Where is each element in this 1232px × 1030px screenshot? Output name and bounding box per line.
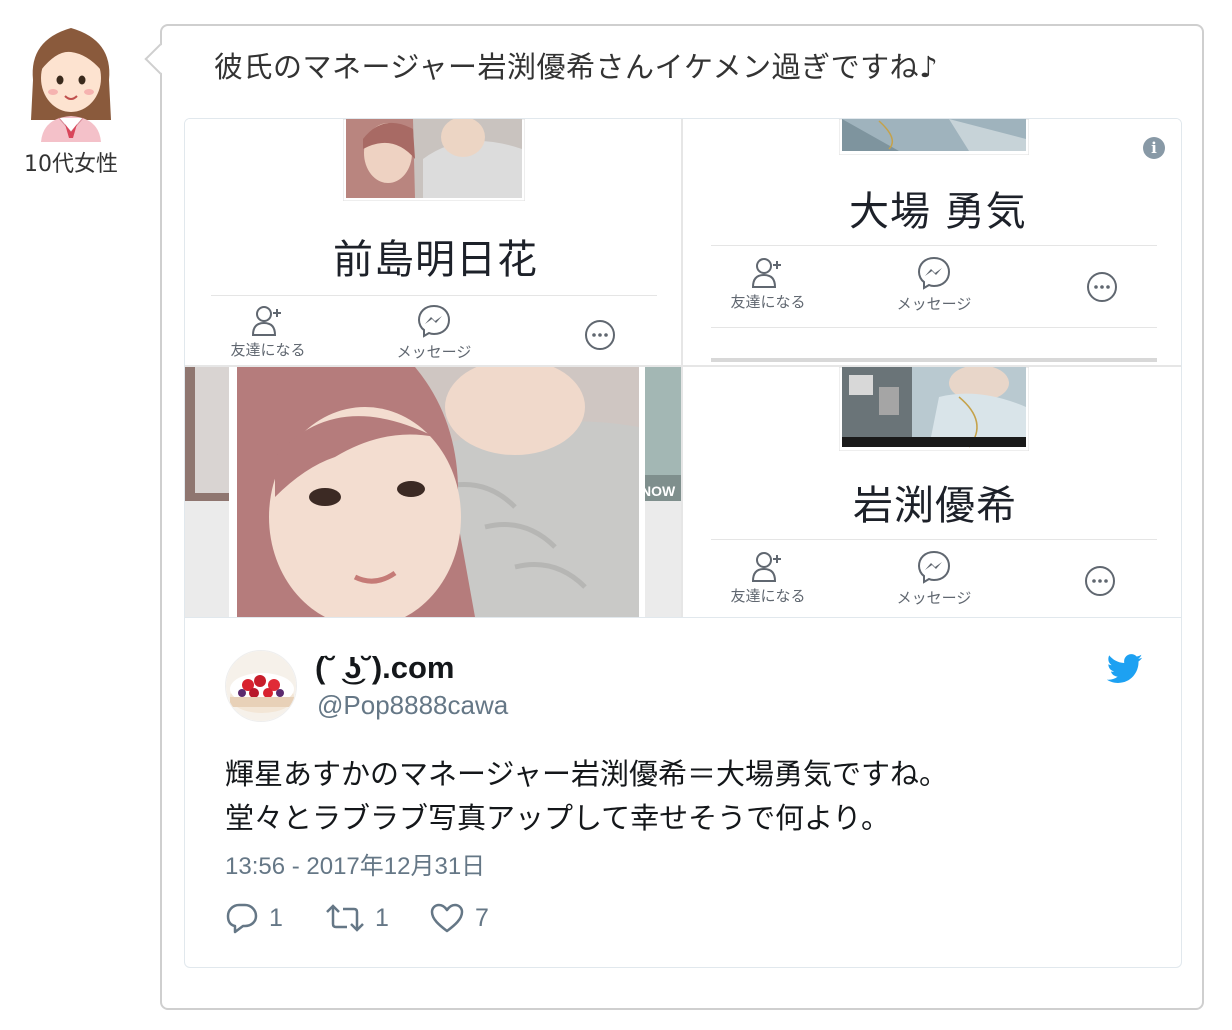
more-options-icon: [585, 320, 615, 350]
tweet-text-line: 堂々とラブラブ写真アップして幸せそうで何より。: [225, 801, 890, 835]
media-tile-bottom-left[interactable]: NOW: [185, 367, 681, 617]
tweet-body: (˘ ͜ʖ˘).com @Pop8888cawa 輝星あすかのマネージャー岩渕優…: [185, 617, 1181, 967]
info-icon[interactable]: i: [1143, 137, 1165, 159]
tweet-text: 輝星あすかのマネージャー岩渕優希＝大場勇気ですね。 堂々とラブラブ写真アップして…: [225, 752, 948, 840]
more-options-icon: [1085, 566, 1115, 596]
more-action[interactable]: [1045, 565, 1155, 597]
media-tile-bottom-right[interactable]: 岩渕優希 友達になる メッセージ: [683, 367, 1181, 617]
add-friend-action[interactable]: 友達になる: [713, 255, 823, 312]
more-options-icon: [1087, 272, 1117, 302]
photo-badge: NOW: [641, 483, 676, 499]
fb-profile-name: 大場 勇気: [849, 189, 1027, 235]
tweet-screen-name[interactable]: @Pop8888cawa: [317, 690, 508, 721]
fb-profile-name: 前島明日花: [333, 237, 538, 283]
profile-photo-thumbnail: [839, 367, 1029, 451]
add-friend-action[interactable]: 友達になる: [713, 549, 823, 606]
tweet-media-grid[interactable]: 前島明日花 友達になる メッセージ i 大場 勇気 友達になる メッセージ NO…: [185, 119, 1181, 617]
embedded-tweet[interactable]: 前島明日花 友達になる メッセージ i 大場 勇気 友達になる メッセージ NO…: [184, 118, 1182, 968]
media-tile-top-right[interactable]: i 大場 勇気 友達になる メッセージ: [683, 119, 1181, 365]
couple-photo: [185, 367, 681, 617]
messenger-icon: [917, 256, 951, 290]
commenter-avatar: [23, 20, 119, 142]
more-action[interactable]: [545, 319, 655, 351]
retweet-icon: [326, 904, 364, 932]
more-action[interactable]: [1047, 271, 1157, 303]
add-friend-icon: [751, 258, 781, 288]
message-action[interactable]: メッセージ: [379, 303, 489, 362]
messenger-icon: [417, 304, 451, 338]
retweet-count: 1: [375, 903, 389, 932]
grid-divider-vertical: [681, 119, 683, 617]
commenter-label: 10代女性: [24, 152, 118, 177]
reply-button[interactable]: 1: [225, 900, 283, 936]
grid-divider-horizontal: [185, 365, 1181, 367]
divider: [711, 245, 1157, 246]
messenger-icon: [917, 550, 951, 584]
retweet-button[interactable]: 1: [325, 900, 389, 936]
comment-text: 彼氏のマネージャー岩渕優希さんイケメン過ぎですね♪: [214, 50, 939, 84]
message-action[interactable]: メッセージ: [879, 255, 989, 314]
reply-count: 1: [269, 903, 283, 932]
heart-icon: [430, 903, 464, 933]
profile-photo-thumbnail: [343, 119, 525, 201]
twitter-bird-icon[interactable]: [1106, 654, 1143, 688]
tweet-display-name[interactable]: (˘ ͜ʖ˘).com: [315, 650, 455, 686]
divider: [711, 539, 1157, 540]
tweet-text-line: 輝星あすかのマネージャー岩渕優希＝大場勇気ですね。: [225, 757, 948, 791]
add-friend-icon: [251, 306, 281, 336]
message-action[interactable]: メッセージ: [879, 549, 989, 608]
reply-icon: [226, 903, 258, 934]
cropped-text-line: [711, 358, 1157, 362]
media-tile-top-left[interactable]: 前島明日花 友達になる メッセージ: [185, 119, 681, 365]
divider: [711, 327, 1157, 328]
bubble-tail: [144, 43, 176, 75]
profile-photo-thumbnail: [839, 119, 1029, 155]
tweet-timestamp[interactable]: 13:56 - 2017年12月31日: [225, 846, 485, 881]
like-button[interactable]: 7: [429, 900, 489, 936]
comment-bubble: 彼氏のマネージャー岩渕優希さんイケメン過ぎですね♪ 前島明日花 友達になる メッ…: [144, 24, 1204, 1010]
fb-profile-name: 岩渕優希: [853, 483, 1017, 529]
divider: [211, 295, 657, 296]
add-friend-icon: [751, 552, 781, 582]
add-friend-action[interactable]: 友達になる: [213, 303, 323, 360]
cake-avatar-image: [226, 651, 296, 721]
commenter: 10代女性: [12, 20, 130, 178]
tweet-author-avatar[interactable]: [225, 650, 297, 722]
like-count: 7: [475, 903, 489, 932]
